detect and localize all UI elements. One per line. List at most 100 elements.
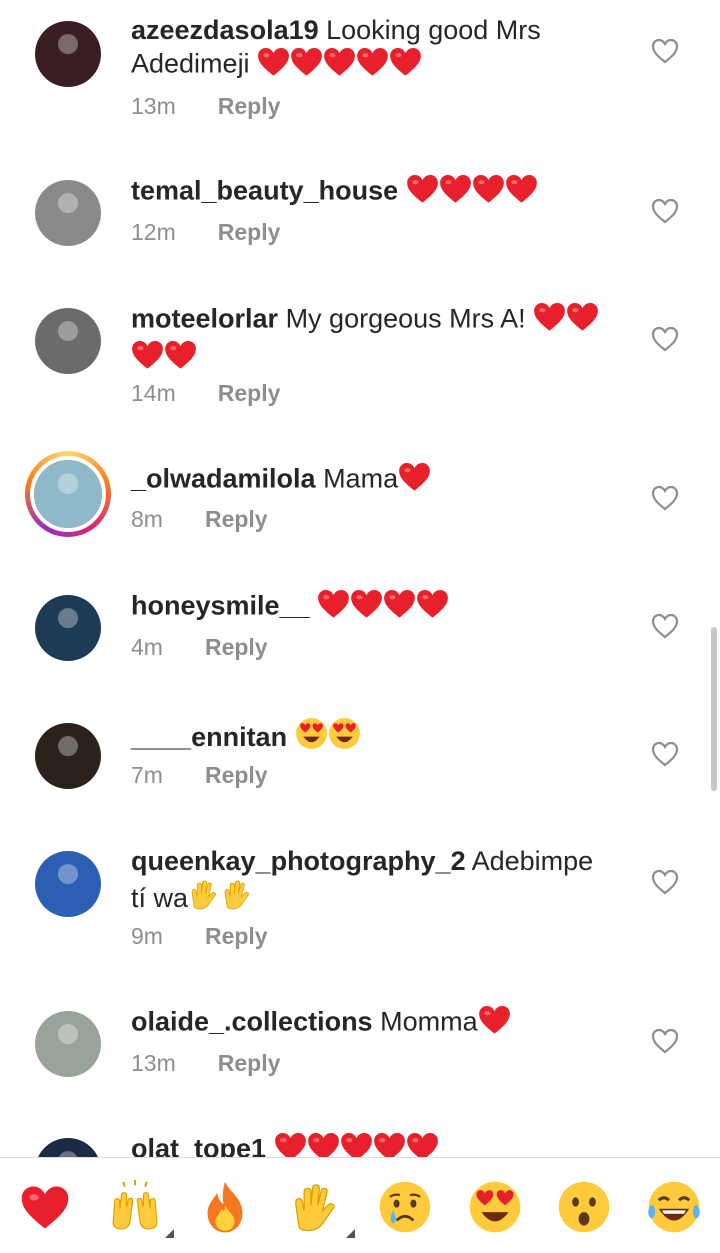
avatar[interactable]	[32, 1135, 104, 1157]
like-heart-icon[interactable]	[651, 198, 679, 224]
reaction-bar	[0, 1157, 720, 1253]
avatar[interactable]	[32, 305, 104, 377]
avatar[interactable]	[32, 18, 104, 90]
raised-hands-emoji	[221, 878, 254, 919]
like-heart-icon[interactable]	[651, 741, 679, 767]
avatar[interactable]	[32, 1008, 104, 1080]
heart-emoji	[350, 589, 383, 627]
comment-meta: 13m Reply	[131, 1050, 280, 1077]
raised-hands-reaction-icon[interactable]	[108, 1180, 174, 1238]
comment-body	[310, 591, 318, 621]
comment-username[interactable]: ____ennitan	[131, 722, 287, 752]
heart-emoji	[164, 340, 197, 378]
heart-emoji	[389, 47, 422, 85]
skin-tone-indicator	[165, 1229, 174, 1238]
reply-button[interactable]: Reply	[205, 762, 268, 789]
fire-reaction-icon[interactable]	[198, 1180, 252, 1234]
reply-button[interactable]: Reply	[218, 1050, 281, 1077]
avatar[interactable]	[25, 451, 111, 537]
heart-eyes-emoji	[328, 717, 361, 758]
comment-time: 8m	[131, 506, 163, 532]
comment-time: 13m	[131, 1050, 176, 1076]
heart-emoji	[398, 462, 431, 500]
like-heart-icon[interactable]	[651, 38, 679, 64]
reply-button[interactable]: Reply	[205, 634, 268, 661]
reply-button[interactable]: Reply	[205, 923, 268, 950]
comment-text: olaide_.collections Momma	[131, 1005, 611, 1043]
comment-username[interactable]: moteelorlar	[131, 304, 278, 334]
comment-text: ____ennitan	[131, 717, 611, 758]
scrollbar[interactable]	[711, 627, 717, 791]
avatar[interactable]	[32, 848, 104, 920]
comment-body: Momma	[372, 1006, 478, 1037]
like-heart-icon[interactable]	[651, 869, 679, 895]
heart-emoji	[257, 47, 290, 85]
surprised-face-reaction-icon[interactable]	[557, 1180, 611, 1234]
comment-username[interactable]: _olwadamilola	[131, 464, 316, 494]
reply-button[interactable]: Reply	[205, 506, 268, 533]
comment-time: 13m	[131, 93, 176, 119]
comment-text: temal_beauty_house	[131, 174, 611, 212]
reply-button[interactable]: Reply	[218, 93, 281, 120]
heart-eyes-emoji	[295, 717, 328, 758]
heart-emoji	[131, 340, 164, 378]
heart-emoji	[356, 47, 389, 85]
laughing-face-reaction-icon[interactable]	[647, 1180, 701, 1234]
comment-username[interactable]: olat_tope1	[131, 1134, 266, 1157]
heart-emoji	[505, 174, 538, 212]
clapping-hands-reaction-icon[interactable]	[289, 1180, 355, 1238]
comment-meta: 13m Reply	[131, 93, 280, 120]
comment-username[interactable]: honeysmile__	[131, 591, 310, 621]
reply-button[interactable]: Reply	[218, 219, 281, 246]
heart-reaction-icon[interactable]	[18, 1180, 72, 1234]
heart-emoji	[533, 302, 566, 340]
comment-body	[398, 176, 406, 206]
comment-text: _olwadamilola Mama	[131, 462, 611, 500]
comment-body	[266, 1134, 274, 1157]
comment-username[interactable]: olaide_.collections	[131, 1007, 373, 1037]
avatar[interactable]	[32, 592, 104, 664]
heart-emoji	[406, 1132, 439, 1157]
heart-eyes-reaction-icon[interactable]	[468, 1180, 522, 1234]
raised-hands-emoji	[188, 878, 221, 919]
reply-button[interactable]: Reply	[218, 380, 281, 407]
crying-face-reaction-icon[interactable]	[378, 1180, 432, 1234]
comment-username[interactable]: queenkay_photography_2	[131, 846, 466, 876]
avatar[interactable]	[32, 177, 104, 249]
heart-emoji	[274, 1132, 307, 1157]
comment-text: queenkay_photography_2 Adebimpe tí wa	[131, 845, 611, 919]
like-heart-icon[interactable]	[651, 1028, 679, 1054]
comments-list[interactable]: azeezdasola19 Looking good Mrs Adedimeji…	[0, 0, 720, 1157]
heart-emoji	[323, 47, 356, 85]
comment-body: My gorgeous Mrs A!	[278, 303, 534, 334]
like-heart-icon[interactable]	[651, 326, 679, 352]
heart-emoji	[373, 1132, 406, 1157]
comment-username[interactable]: azeezdasola19	[131, 15, 319, 45]
like-heart-icon[interactable]	[651, 613, 679, 639]
heart-emoji	[416, 589, 449, 627]
avatar[interactable]	[32, 720, 104, 792]
comment-meta: 14m Reply	[131, 380, 280, 407]
comment-meta: 9m Reply	[131, 923, 268, 950]
skin-tone-indicator	[346, 1229, 355, 1238]
comment-text: azeezdasola19 Looking good Mrs Adedimeji	[131, 14, 611, 85]
heart-emoji	[383, 589, 416, 627]
heart-emoji	[566, 302, 599, 340]
heart-emoji	[478, 1005, 511, 1043]
comment-time: 9m	[131, 923, 163, 949]
heart-emoji	[472, 174, 505, 212]
comment-text: moteelorlar My gorgeous Mrs A!	[131, 302, 611, 377]
comment-time: 14m	[131, 380, 176, 406]
heart-emoji	[340, 1132, 373, 1157]
comment-text: olat_tope1	[131, 1132, 611, 1157]
comment-time: 4m	[131, 634, 163, 660]
heart-emoji	[307, 1132, 340, 1157]
comment-text: honeysmile__	[131, 589, 611, 627]
like-heart-icon[interactable]	[651, 485, 679, 511]
heart-emoji	[439, 174, 472, 212]
heart-emoji	[317, 589, 350, 627]
heart-emoji	[290, 47, 323, 85]
comment-time: 12m	[131, 219, 176, 245]
comment-meta: 7m Reply	[131, 762, 268, 789]
comment-username[interactable]: temal_beauty_house	[131, 176, 398, 206]
